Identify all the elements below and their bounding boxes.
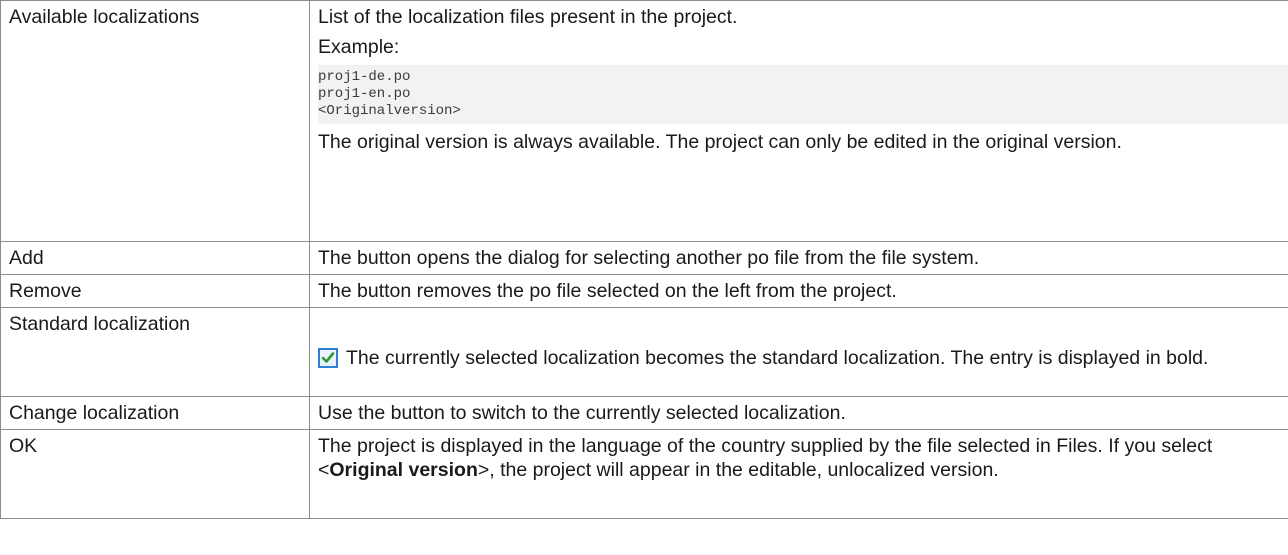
term-ok: OK (9, 435, 38, 457)
term-cell: Remove (0, 274, 310, 308)
term-cell: OK (0, 429, 310, 519)
term-cell: Standard localization (0, 307, 310, 397)
table-row: Remove The button removes the po file se… (0, 274, 1288, 308)
description-cell: The button removes the po file selected … (309, 274, 1288, 308)
description-text: The project is displayed in the language… (318, 435, 1212, 481)
description-text: The button removes the po file selected … (318, 280, 897, 302)
table-row: Available localizations List of the loca… (0, 0, 1288, 242)
code-line: <Originalversion> (318, 103, 461, 119)
term-cell: Change localization (0, 396, 310, 430)
term-cell: Add (0, 241, 310, 275)
term-available-localizations: Available localizations (9, 6, 200, 28)
table-row: Standard localization The currently sele… (0, 307, 1288, 397)
description-text-end: >, the project will appear in the editab… (477, 459, 999, 481)
term-add: Add (9, 247, 44, 269)
table-row: Change localization Use the button to sw… (0, 396, 1288, 430)
description-cell: The project is displayed in the language… (309, 429, 1288, 519)
term-standard-localization: Standard localization (9, 313, 191, 335)
description-text: The currently selected localization beco… (346, 347, 1209, 369)
code-line: proj1-de.po (318, 69, 411, 85)
note-text: The original version is always available… (318, 131, 1122, 153)
term-remove: Remove (9, 280, 82, 302)
description-cell: The button opens the dialog for selectin… (309, 241, 1288, 275)
table-row: OK The project is displayed in the langu… (0, 429, 1288, 519)
original-version-bold: Original version (329, 459, 478, 481)
term-cell: Available localizations (0, 0, 310, 242)
description-text: List of the localization files present i… (318, 6, 738, 28)
localization-options-table: Available localizations List of the loca… (0, 0, 1288, 519)
code-example: proj1-de.po proj1-en.po <Originalversion… (318, 65, 1288, 124)
checkbox-checked-icon (318, 348, 338, 368)
term-change-localization: Change localization (9, 402, 180, 424)
table-row: Add The button opens the dialog for sele… (0, 241, 1288, 275)
description-cell: The currently selected localization beco… (309, 307, 1288, 397)
code-line: proj1-en.po (318, 86, 411, 102)
description-text: Use the button to switch to the currentl… (318, 402, 846, 424)
example-label: Example: (318, 36, 400, 58)
description-cell: Use the button to switch to the currentl… (309, 396, 1288, 430)
description-cell: List of the localization files present i… (309, 0, 1288, 242)
description-text: The button opens the dialog for selectin… (318, 247, 980, 269)
